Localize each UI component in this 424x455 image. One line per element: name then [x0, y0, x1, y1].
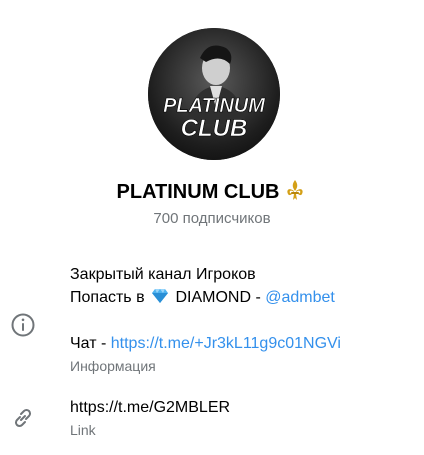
admin-mention-link[interactable]: @admbet [265, 289, 335, 306]
gem-diamond-icon [152, 289, 169, 303]
channel-description: Закрытый канал Игроков Попасть в DIAMOND… [70, 263, 420, 377]
channel-avatar[interactable]: PLATINUM CLUB [148, 28, 280, 160]
subscriber-count: 700 подписчиков [153, 210, 271, 227]
link-icon [14, 408, 32, 428]
avatar-text-platinum: PLATINUM [163, 95, 266, 117]
description-line-1: Закрытый канал Игроков [70, 266, 256, 283]
chat-prefix: Чат - [70, 335, 107, 352]
info-caption: Информация [70, 358, 156, 374]
chat-line: Чат - https://t.me/+Jr3kL11g9c01NGVi [70, 332, 420, 355]
channel-public-link[interactable]: https://t.me/G2MBLER [70, 396, 420, 419]
channel-title: PLATINUM CLUB [0, 178, 424, 205]
description-prefix: Попасть в [70, 289, 145, 306]
fleur-de-lis-icon [287, 180, 304, 200]
description-line-2: Попасть в DIAMOND - @admbet [70, 286, 420, 309]
chat-invite-link[interactable]: https://t.me/+Jr3kL11g9c01NGVi [111, 335, 341, 352]
channel-link-row[interactable]: https://t.me/G2MBLER Link [70, 396, 420, 441]
info-icon [11, 313, 35, 337]
avatar-text-club: CLUB [181, 115, 248, 142]
description-diamond: DIAMOND - [175, 289, 261, 306]
avatar-image: PLATINUM CLUB [148, 28, 280, 160]
channel-name: PLATINUM CLUB [116, 181, 280, 203]
link-caption: Link [70, 422, 96, 438]
